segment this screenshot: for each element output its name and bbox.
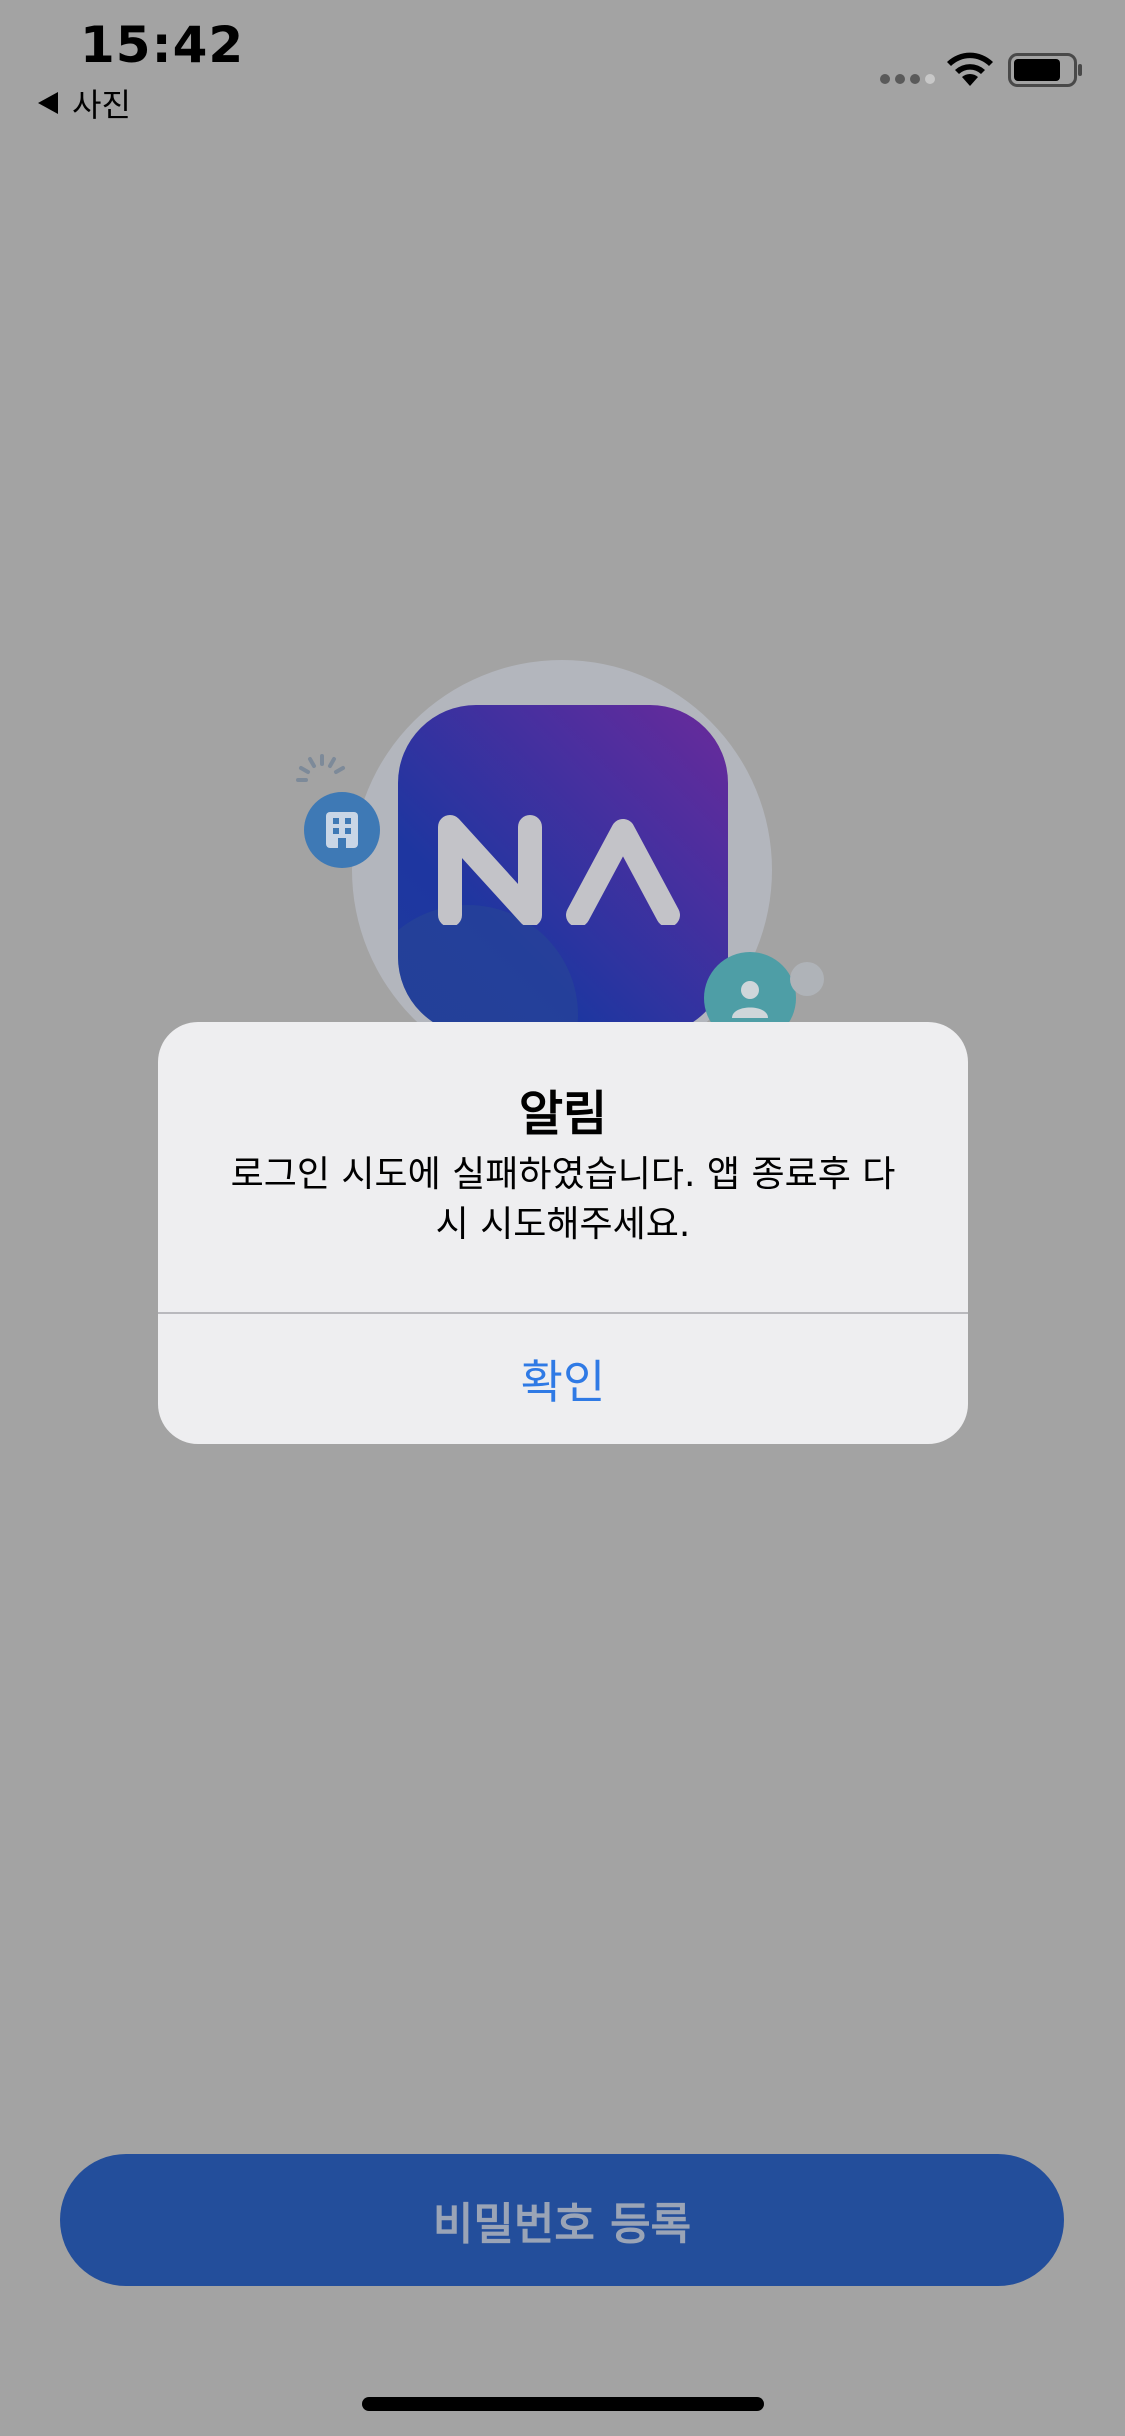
alert-title: 알림 bbox=[518, 1086, 608, 1142]
register-password-button[interactable]: 비밀번호 등록 bbox=[60, 2154, 1064, 2286]
confirm-button[interactable]: 확인 bbox=[158, 1314, 968, 1444]
alert-message: 로그인 시도에 실패하였습니다. 앱 종료후 다시 시도해주세요. bbox=[230, 1154, 896, 1245]
decorative-dot bbox=[790, 962, 824, 996]
alert-dialog: 알림 로그인 시도에 실패하였습니다. 앱 종료후 다시 시도해주세요. 확인 bbox=[158, 1022, 968, 1444]
app-logo-icon bbox=[398, 705, 728, 1035]
building-icon bbox=[304, 792, 380, 868]
logo-letters-icon bbox=[438, 815, 680, 925]
home-indicator[interactable] bbox=[362, 2397, 764, 2411]
